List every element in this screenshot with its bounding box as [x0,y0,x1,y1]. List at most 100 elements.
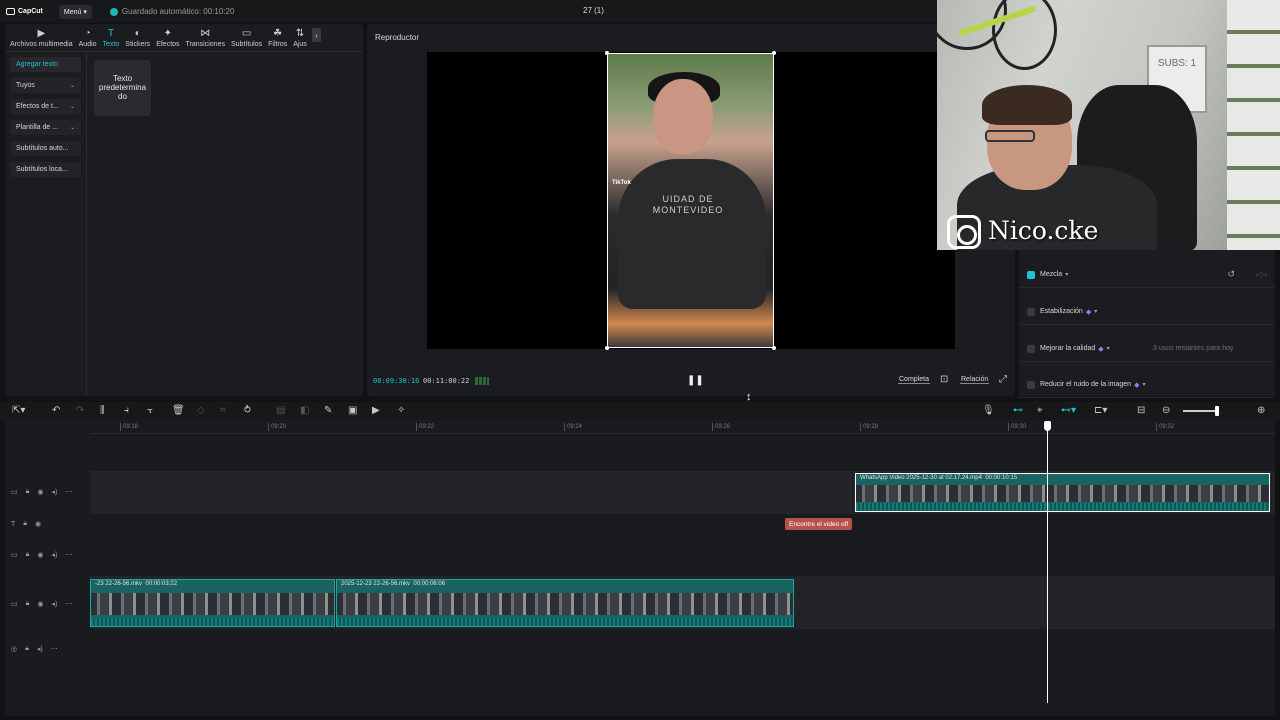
menu-button[interactable]: Menú ▾ [58,4,92,19]
cloud-save-icon [109,7,118,16]
resize-canvas-icon[interactable]: ▣ [348,405,357,417]
side-menu-item[interactable]: Agregar texto [10,57,81,72]
resize-handle-tl[interactable] [605,51,609,55]
audio-icon[interactable]: ◂) [51,600,57,608]
effects-icon: ✦ [163,28,173,39]
audio-icon[interactable]: ◂) [37,645,43,653]
tab-sticker[interactable]: ◐ Stickers [122,29,153,51]
auto-snap-icon[interactable]: ⌖ [1037,405,1043,417]
lock-icon[interactable]: 🔒︎ [26,488,30,496]
more-icon[interactable]: ⋯ [51,645,58,653]
reset-icon[interactable]: ↺ [1227,269,1235,280]
crop-icon[interactable]: ⌗ [220,405,226,417]
time-ruler[interactable]: 09:18 09:20 09:22 09:24 09:26 09:28 09:30 09:32 [90,420,1275,434]
tab-subtitles[interactable]: ▭ Subtítulos [228,29,265,51]
side-menu-item[interactable]: Subtítulos auto... [10,141,81,156]
tab-label: Archivos multimedia [10,41,73,48]
delete-icon[interactable]: 🗑 [172,405,185,417]
preview-axis-icon[interactable]: ⊏▾ [1094,405,1107,417]
magic-icon[interactable]: ✧ [397,405,405,417]
more-icon[interactable]: ⋯ [65,488,72,496]
playhead-handle[interactable] [1044,421,1051,431]
lock-icon[interactable]: 🔒︎ [25,645,29,653]
audio-track-header: ◎ 🔒︎ ◂) ⋯ [5,639,90,659]
premium-gem-icon: ◆ [1098,345,1104,353]
resize-handle-br[interactable] [772,346,776,350]
shelf [1227,0,1280,250]
shield-icon[interactable]: ◇ [197,405,205,417]
tab-filters[interactable]: ☘ Filtros [265,29,290,51]
chevron-down-icon[interactable]: ▾ [1065,271,1068,278]
aspect-ratio-button[interactable]: Relación [960,376,990,384]
full-quality-button[interactable]: Completa [898,376,930,384]
zoom-slider-knob[interactable] [1215,406,1219,416]
adjust-icon: ⇅ [295,28,305,39]
main-clip-b[interactable]: 2025-12-23 22-26-56.mkv 00:00:06:06 [336,579,794,627]
lock-icon[interactable]: 🔒︎ [26,600,30,608]
ruler-tick-label: 09:22 [415,423,435,431]
tabs-scroll-right-icon[interactable]: › [311,28,321,42]
subtitle-track-icon[interactable]: ⊟ [1137,405,1145,417]
ai-edit-icon[interactable]: ✎ [324,405,332,417]
tab-effects[interactable]: ✦ Efectos [153,29,182,51]
chevron-down-icon[interactable]: ▾ [1107,345,1110,352]
eye-icon[interactable]: ◉ [37,488,43,496]
project-title[interactable]: 27 (1) [583,6,604,15]
redo-icon[interactable]: ↷ [76,405,84,417]
resize-handle-tr[interactable] [772,51,776,55]
tab-transitions[interactable]: ⋈ Transiciones [183,29,228,51]
audio-icon[interactable]: ◂) [51,551,57,559]
chevron-down-icon[interactable]: ▾ [1142,381,1145,388]
property-label: Estabilización [1040,308,1083,315]
pause-icon[interactable]: ❚❚ [687,375,704,386]
audio-icon[interactable]: ◂) [51,488,57,496]
side-menu-item[interactable]: Tuyos ⌄ [10,78,81,93]
eye-icon[interactable]: ◉ [37,600,43,608]
property-checkbox[interactable] [1027,344,1035,353]
split-right-icon[interactable]: ⫟ [147,405,153,417]
property-checkbox[interactable] [1027,270,1035,279]
streamer-glasses [985,130,1035,142]
lock-icon[interactable]: 🔒︎ [26,551,30,559]
zoom-out-icon[interactable]: ⊖ [1162,405,1170,417]
speed-icon[interactable]: ⥁ [244,405,251,417]
fullscreen-icon[interactable]: ⤢ [999,374,1007,385]
overlay-clip[interactable]: WhatsApp Video 2025-12-30 at 02.17.24.mp… [855,473,1270,512]
mirror-icon[interactable]: ◧ [300,405,309,417]
text-clip[interactable]: Encontre el video off [785,518,853,530]
zoom-slider[interactable] [1183,410,1219,412]
side-menu-item[interactable]: Subtítulos loca... [10,162,81,177]
split-left-icon[interactable]: ⫞ [124,405,129,417]
tab-text[interactable]: T Texto [100,29,123,51]
export-frame-icon[interactable]: ▶ [372,405,380,417]
more-icon[interactable]: ⋯ [65,600,72,608]
zoom-in-icon[interactable]: ⊕ [1257,405,1265,417]
more-icon[interactable]: ⋯ [65,551,72,559]
split-icon[interactable]: ⫼ [100,405,105,417]
main-clip-a[interactable]: -23 22-26-56.mkv 00:00:03:22 [90,579,335,627]
select-tool-icon[interactable]: ⇱▾ [12,405,25,417]
chevron-down-icon[interactable]: ▾ [1094,308,1097,315]
tab-audio[interactable]: ◔ Audio [76,29,100,51]
resize-handle-bl[interactable] [605,346,609,350]
microphone-icon[interactable]: 🎙 [982,405,995,417]
eye-icon[interactable]: ◉ [35,520,41,528]
undo-icon[interactable]: ↶ [52,405,60,417]
freeze-icon[interactable]: ▤ [276,405,285,417]
main-track-magnet-icon[interactable]: ⊷ [1013,405,1023,417]
default-text-preset[interactable]: Texto predetermina do [94,60,151,116]
property-checkbox[interactable] [1027,380,1035,389]
lock-icon[interactable]: 🔒︎ [23,520,27,528]
side-menu-item[interactable]: Efectos de t... ⌄ [10,99,81,114]
playhead[interactable] [1047,421,1048,703]
keyframe-icon[interactable]: ‹◇› [1256,270,1267,279]
eye-icon[interactable]: ◉ [37,551,43,559]
link-clips-icon[interactable]: ⊷▾ [1061,405,1076,417]
zoom-fit-icon[interactable]: ⊡ [940,374,948,385]
video-frame[interactable]: UIDAD DE MONTEVIDEO TikTok [607,53,774,348]
property-checkbox[interactable] [1027,307,1035,316]
tab-adjust[interactable]: ⇅ Ajus [290,29,310,51]
preview-canvas[interactable]: UIDAD DE MONTEVIDEO TikTok [427,51,955,350]
side-menu-item[interactable]: Plantilla de ... ⌄ [10,120,81,135]
tab-media[interactable]: ▶ Archivos multimedia [7,29,76,51]
